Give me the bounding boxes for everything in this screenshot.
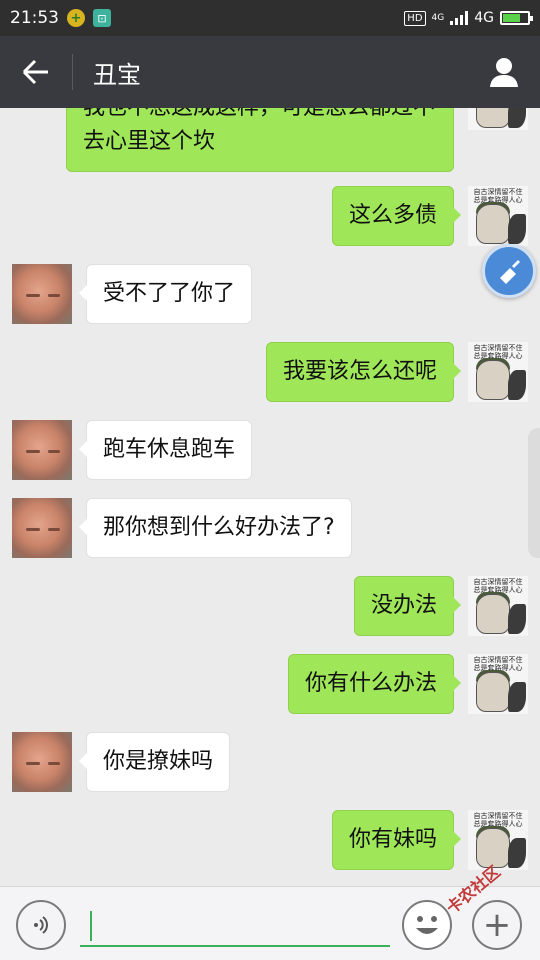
plus-icon: + xyxy=(482,905,512,945)
avatar[interactable]: 自古深情留不住 总是套路得人心 xyxy=(468,576,528,636)
header-divider xyxy=(72,54,73,90)
message-bubble[interactable]: 你有什么办法 xyxy=(287,654,462,714)
avatar[interactable]: 自古深情留不住 总是套路得人心 xyxy=(468,810,528,870)
voice-icon xyxy=(34,916,48,934)
profile-button[interactable] xyxy=(468,36,540,108)
status-time: 21:53 xyxy=(10,8,59,28)
chat-header: 丑宝 xyxy=(0,36,540,108)
side-pull-tab[interactable] xyxy=(528,428,540,558)
voice-button[interactable] xyxy=(16,900,66,950)
chat-title: 丑宝 xyxy=(93,60,141,89)
person-icon xyxy=(490,58,518,87)
message-bubble[interactable]: 这么多债 xyxy=(331,186,462,246)
avatar[interactable] xyxy=(12,420,72,480)
avatar[interactable] xyxy=(12,498,72,558)
battery-icon xyxy=(500,11,533,25)
message-bubble[interactable]: 我要该怎么还呢 xyxy=(265,342,462,402)
network-small-label: 4G xyxy=(431,12,445,23)
avatar[interactable] xyxy=(12,732,72,792)
signal-icon xyxy=(450,11,469,25)
chat-area[interactable]: 我也不想这成这样，可是怎么都过不去心里这个坎 这么多债 自古深情留不住 总是套路… xyxy=(0,60,540,886)
status-bar: 21:53 + ⊡ HD 4G 4G xyxy=(0,0,540,36)
message-input[interactable] xyxy=(80,907,390,947)
message-bubble[interactable]: 没办法 xyxy=(353,576,462,636)
floating-assist-button[interactable] xyxy=(482,244,536,298)
message-bubble[interactable]: 你有妹吗 xyxy=(331,810,462,870)
plus-circle-icon: + xyxy=(67,9,85,27)
message-bubble[interactable]: 跑车休息跑车 xyxy=(78,420,253,480)
scan-icon: ⊡ xyxy=(93,9,111,27)
arrow-left-icon xyxy=(22,59,48,85)
avatar[interactable]: 自古深情留不住 总是套路得人心 xyxy=(468,186,528,246)
avatar[interactable]: 自古深情留不住 总是套路得人心 xyxy=(468,654,528,714)
avatar[interactable]: 自古深情留不住 总是套路得人心 xyxy=(468,342,528,402)
hd-badge: HD xyxy=(404,10,426,26)
broom-icon xyxy=(500,260,520,284)
network-label: 4G xyxy=(474,10,494,26)
message-bubble[interactable]: 那你想到什么好办法了? xyxy=(79,498,352,558)
emoji-button[interactable] xyxy=(402,900,452,950)
more-button[interactable]: + xyxy=(472,900,522,950)
back-button[interactable] xyxy=(0,36,72,108)
message-bubble[interactable]: 受不了了你了 xyxy=(78,264,253,324)
emoji-icon xyxy=(416,916,438,934)
avatar[interactable] xyxy=(12,264,72,324)
message-bubble[interactable]: 你是撩妹吗 xyxy=(78,732,231,792)
